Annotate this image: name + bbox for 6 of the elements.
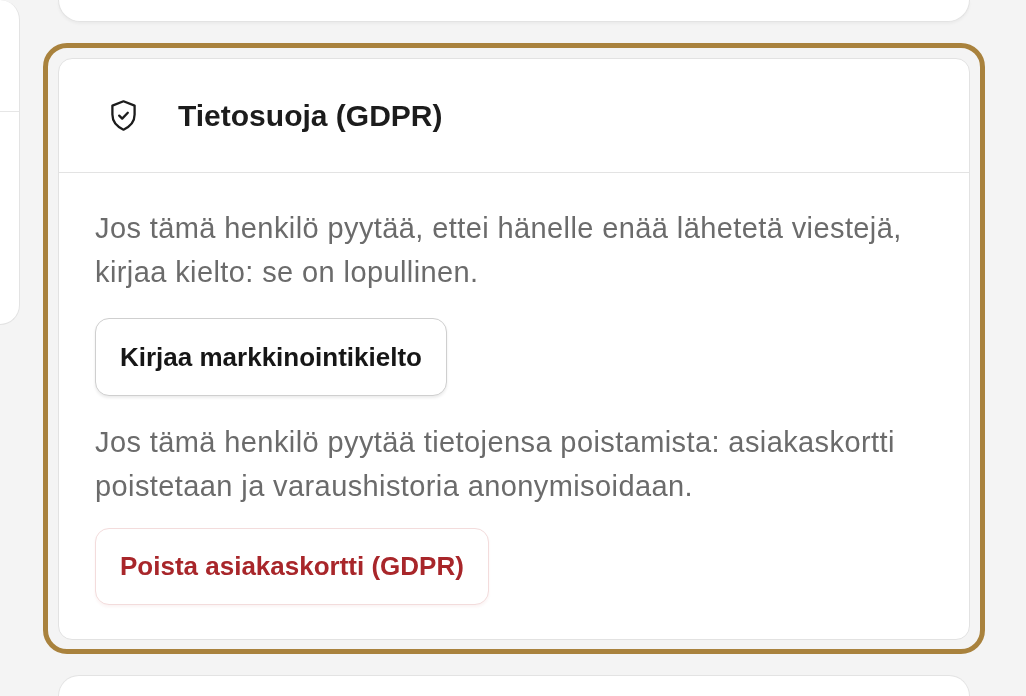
description-text: Jos tämä henkilö pyytää tietojensa poistamista: asiakaskortti poistetaan ja varaushistoria anonymisoidaan.: [95, 425, 896, 504]
action-button[interactable]: Kirjaa markkinointikielto: [95, 318, 447, 396]
description-text: Jos tämä henkilö pyytää, ettei hänelle enää lähetetä viestejä, kirjaa kielto: se on lopullinen.: [95, 211, 903, 290]
card-title: Tietosuoja (GDPR): [178, 97, 443, 134]
shield-check-icon: [111, 100, 136, 131]
delete-button[interactable]: Poista asiakaskortti (GDPR): [95, 528, 489, 605]
